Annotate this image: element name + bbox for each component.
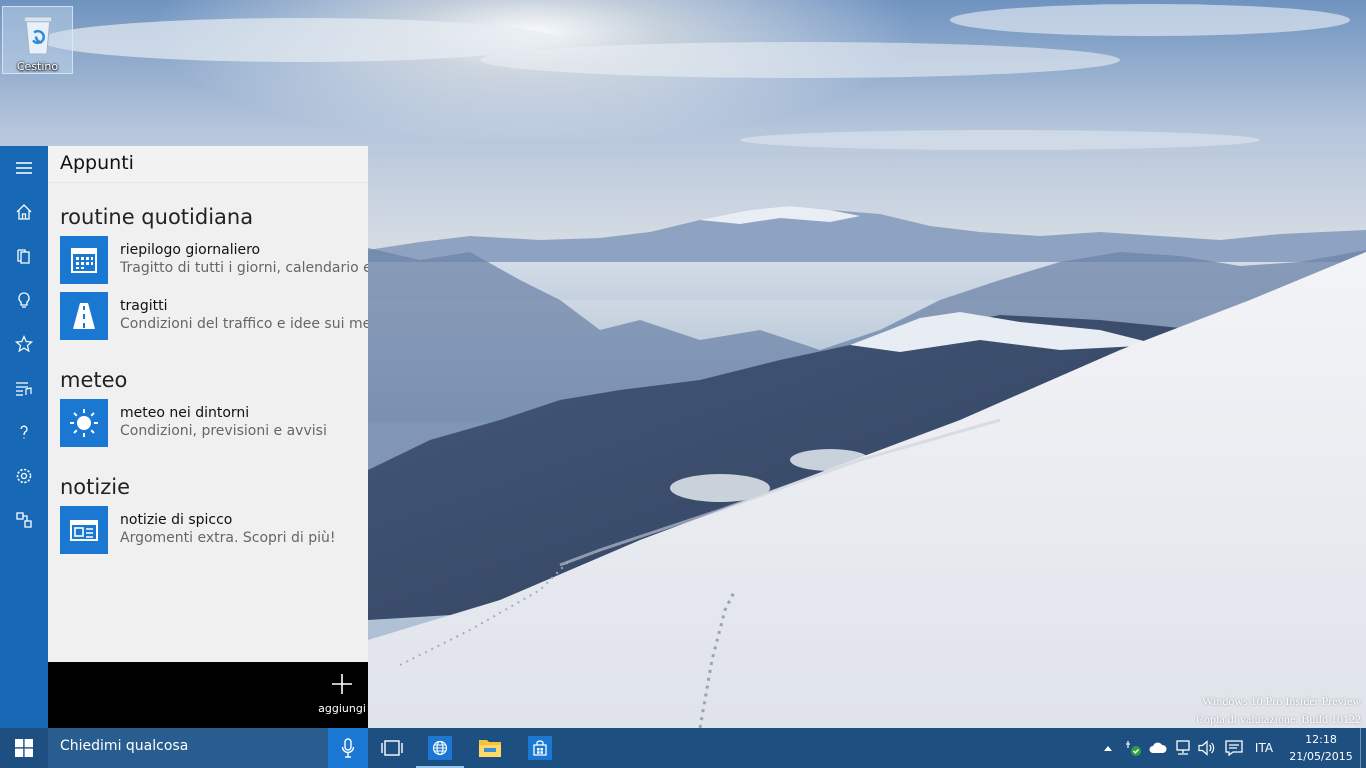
file-explorer-taskbar-button[interactable]: [466, 728, 514, 768]
windows-logo-icon: [15, 739, 33, 757]
calendar-icon: [71, 248, 97, 273]
cortana-search-input[interactable]: Chiedimi qualcosa: [48, 728, 328, 768]
card-title: riepilogo giornaliero: [120, 242, 261, 258]
evaluation-watermark: Windows 10 Pro Insider Preview Copia di …: [1196, 692, 1361, 728]
microphone-button[interactable]: [328, 728, 368, 768]
feedback-icon: [16, 512, 32, 528]
lightbulb-icon: [18, 292, 30, 308]
notebook-icon: [17, 249, 30, 264]
plus-icon: [332, 674, 352, 694]
home-icon: [16, 204, 32, 220]
recycle-bin-desktop-icon[interactable]: Cestino: [2, 6, 73, 74]
watermark-line-edition: Windows 10 Pro Insider Preview: [1202, 694, 1361, 708]
newspaper-icon: [70, 520, 98, 541]
card-tile: [60, 292, 108, 340]
card-top-news[interactable]: notizie di spicco Argomenti extra. Scopr…: [60, 506, 368, 554]
card-title: meteo nei dintorni: [120, 405, 250, 421]
microphone-icon: [341, 738, 355, 758]
watermark-line-build: Copia di valutazione. Build 10122: [1196, 712, 1361, 726]
start-button[interactable]: [0, 728, 48, 768]
recycle-bin-label: Cestino: [16, 60, 59, 73]
notification-icon: [1225, 740, 1243, 756]
network-icon: [1176, 740, 1190, 755]
section-title-daily-routine: routine quotidiana: [60, 205, 254, 229]
volume-tray-button[interactable]: [1196, 728, 1218, 768]
taskbar-clock[interactable]: 12:18 21/05/2015: [1286, 731, 1356, 765]
add-label: aggiungi: [318, 702, 366, 715]
taskbar: Chiedimi qualcosa ITA 12:18 21/05/2015: [0, 728, 1366, 768]
action-center-button[interactable]: [1222, 728, 1246, 768]
browser-taskbar-button[interactable]: [416, 728, 464, 768]
card-daily-summary[interactable]: riepilogo giornaliero Tragitto di tutti …: [60, 236, 368, 284]
help-icon: [20, 425, 28, 439]
store-taskbar-button[interactable]: [516, 728, 564, 768]
reminders-button[interactable]: [0, 280, 48, 320]
store-icon: [533, 740, 547, 756]
card-title: tragitti: [120, 298, 168, 314]
speaker-icon: [1198, 740, 1215, 756]
section-title-news: notizie: [60, 475, 131, 499]
notebook-button[interactable]: [0, 236, 48, 276]
feedback-button[interactable]: [0, 500, 48, 540]
settings-button[interactable]: [0, 456, 48, 496]
security-shield-icon: [1126, 741, 1141, 756]
star-icon: [15, 335, 33, 353]
cloud-icon: [1149, 742, 1167, 753]
card-tile: [60, 399, 108, 447]
music-button[interactable]: [0, 368, 48, 408]
cortana-notebook-panel: Appunti routine quotidiana riepilogo gio…: [48, 146, 368, 662]
settings-icon: [16, 468, 32, 484]
hamburger-menu-icon: [16, 162, 32, 174]
panel-footer: aggiungi: [48, 662, 368, 728]
show-desktop-button[interactable]: [1360, 728, 1366, 768]
sun-icon: [70, 409, 98, 437]
cortana-navigation-rail: [0, 146, 48, 728]
task-view-button[interactable]: [368, 728, 416, 768]
show-hidden-icons-button[interactable]: [1100, 728, 1116, 768]
home-button[interactable]: [0, 192, 48, 232]
onedrive-tray-button[interactable]: [1146, 728, 1170, 768]
card-commute[interactable]: tragitti Condizioni del traffico e idee …: [60, 292, 368, 340]
file-explorer-icon: [479, 740, 501, 757]
card-subtitle: Condizioni del traffico e idee sui mezz: [120, 316, 368, 332]
defender-tray-button[interactable]: [1122, 728, 1144, 768]
card-subtitle: Argomenti extra. Scopri di più!: [120, 530, 336, 546]
recycle-bin-icon: [23, 16, 52, 55]
task-view-icon: [381, 740, 403, 756]
chevron-up-icon: [1104, 746, 1112, 751]
network-tray-button[interactable]: [1172, 728, 1194, 768]
hamburger-menu-button[interactable]: [0, 148, 48, 188]
card-tile: [60, 506, 108, 554]
clock-time: 12:18: [1305, 733, 1337, 746]
add-button[interactable]: aggiungi: [316, 672, 368, 728]
card-subtitle: Condizioni, previsioni e avvisi: [120, 423, 327, 439]
favorites-button[interactable]: [0, 324, 48, 364]
card-tile: [60, 236, 108, 284]
language-indicator: ITA: [1254, 741, 1274, 755]
clock-date: 21/05/2015: [1289, 750, 1353, 763]
card-subtitle: Tragitto di tutti i giorni, calendario e…: [120, 260, 368, 276]
card-title: notizie di spicco: [120, 512, 233, 528]
browser-icon: [432, 740, 448, 756]
input-language-button[interactable]: ITA: [1250, 728, 1278, 768]
panel-title: Appunti: [48, 146, 368, 183]
section-title-weather: meteo: [60, 368, 128, 392]
road-icon: [73, 303, 95, 329]
help-button[interactable]: [0, 412, 48, 452]
card-nearby-weather[interactable]: meteo nei dintorni Condizioni, prevision…: [60, 399, 368, 447]
music-list-icon: [16, 382, 32, 396]
